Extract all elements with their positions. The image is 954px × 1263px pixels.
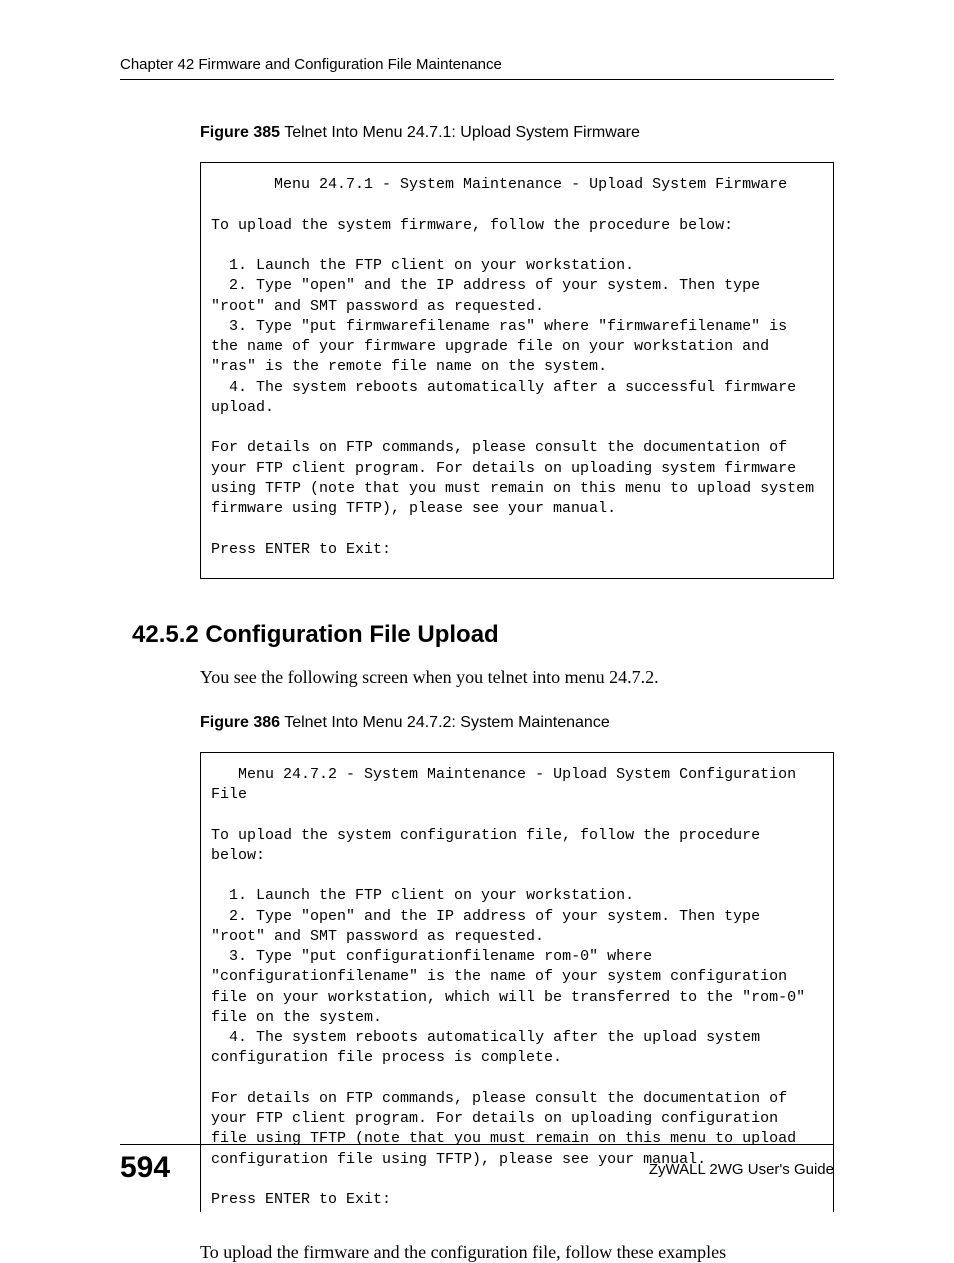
running-header: Chapter 42 Firmware and Configuration Fi…: [120, 56, 834, 80]
figure-385-terminal-box: Menu 24.7.1 - System Maintenance - Uploa…: [200, 162, 834, 579]
figure-385-label: Figure 385: [200, 124, 280, 141]
guide-title: ZyWALL 2WG User's Guide: [649, 1161, 834, 1178]
section-heading-42-5-2: 42.5.2 Configuration File Upload: [132, 621, 834, 649]
figure-386-label: Figure 386: [200, 714, 280, 731]
figure-385-caption: Figure 385 Telnet Into Menu 24.7.1: Uplo…: [200, 124, 834, 142]
figure-386-caption: Figure 386 Telnet Into Menu 24.7.2: Syst…: [200, 714, 834, 732]
closing-text: To upload the firmware and the configura…: [200, 1242, 834, 1263]
page-number: 594: [120, 1151, 170, 1185]
section-intro-text: You see the following screen when you te…: [200, 667, 834, 688]
page-footer: 594 ZyWALL 2WG User's Guide: [120, 1144, 834, 1185]
figure-385-title: Telnet Into Menu 24.7.1: Upload System F…: [280, 124, 640, 141]
page-container: Chapter 42 Firmware and Configuration Fi…: [0, 0, 954, 1235]
figure-386-title: Telnet Into Menu 24.7.2: System Maintena…: [280, 714, 610, 731]
